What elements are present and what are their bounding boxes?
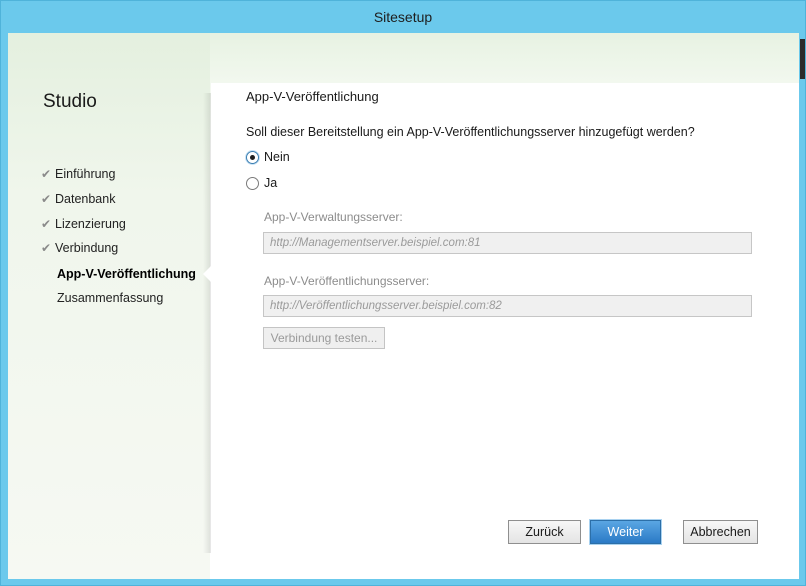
management-server-input[interactable]: http://Managementserver.beispiel.com:81 xyxy=(263,232,752,254)
sidebar-item-verbindung: ✔ Verbindung xyxy=(41,239,118,257)
checkmark-icon: ✔ xyxy=(41,192,52,206)
sidebar-item-lizenzierung: ✔ Lizenzierung xyxy=(41,215,126,233)
publishing-server-input[interactable]: http://Veröffentlichungsserver.beispiel.… xyxy=(263,295,752,317)
sidebar-item-zusammenfassung: Zusammenfassung xyxy=(57,291,164,305)
sidebar-item-label: Lizenzierung xyxy=(55,217,126,231)
setup-window: Sitesetup Studio ✔ Einführung ✔ Datenbank … xyxy=(0,0,806,586)
sidebar-item-label: Einführung xyxy=(55,167,116,181)
sidebar-item-app-v: App-V-Veröffentlichung xyxy=(57,267,196,281)
radio-label: Ja xyxy=(264,176,278,190)
publishing-server-label: App-V-Veröffentlichungsserver: xyxy=(264,274,430,288)
radio-label: Nein xyxy=(264,150,290,164)
active-step-pointer-icon xyxy=(203,266,211,282)
sidebar-divider xyxy=(203,93,211,553)
window-client: Studio ✔ Einführung ✔ Datenbank ✔ Lizenzier… xyxy=(8,33,799,579)
checkmark-icon: ✔ xyxy=(41,167,52,181)
radio-option-nein[interactable]: Nein xyxy=(246,149,290,165)
checkmark-icon: ✔ xyxy=(41,217,52,231)
question-text: Soll dieser Bereitstellung ein App-V-Ver… xyxy=(246,125,695,139)
window-title: Sitesetup xyxy=(373,9,433,25)
back-button[interactable]: Zurück xyxy=(508,520,581,544)
next-button[interactable]: Weiter xyxy=(590,520,661,544)
checkmark-icon: ✔ xyxy=(41,241,52,255)
page-title: App-V-Veröffentlichung xyxy=(246,89,379,104)
radio-option-ja[interactable]: Ja xyxy=(246,175,277,191)
radio-button-selected[interactable] xyxy=(246,151,259,164)
radio-button[interactable] xyxy=(246,177,259,190)
management-server-label: App-V-Verwaltungsserver: xyxy=(264,210,403,224)
cancel-button[interactable]: Abbrechen xyxy=(683,520,758,544)
sidebar-item-einfuehrung: ✔ Einführung xyxy=(41,165,115,183)
sidebar-item-label: Verbindung xyxy=(55,241,119,255)
window-edge xyxy=(800,39,805,79)
test-connection-button[interactable]: Verbindung testen... xyxy=(263,327,385,349)
sidebar-item-datenbank: ✔ Datenbank xyxy=(41,190,115,208)
sidebar-item-label: Datenbank xyxy=(55,192,116,206)
sidebar-title: Studio xyxy=(43,91,97,112)
